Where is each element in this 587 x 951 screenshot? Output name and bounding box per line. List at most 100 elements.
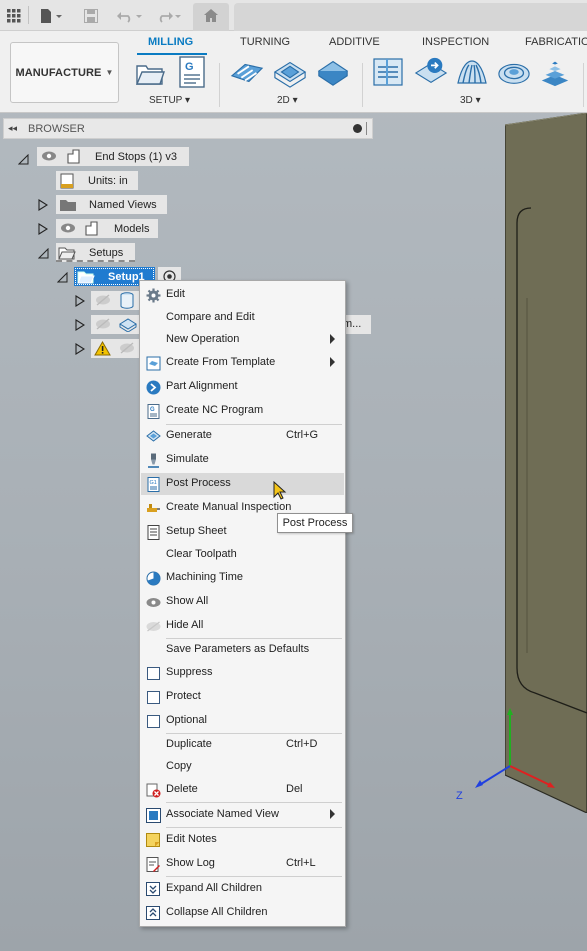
group-setup[interactable]: SETUP ▾	[149, 95, 190, 106]
collapse-browser-icon[interactable]: ◂◂	[8, 123, 22, 134]
open-folder-icon	[58, 245, 76, 263]
eye-hidden-icon[interactable]	[95, 318, 111, 333]
menu-item-associate-named-view[interactable]: Associate Named View	[141, 804, 344, 826]
workspace-switcher[interactable]: MANUFACTURE ▼	[10, 42, 119, 103]
menu-item-post-process[interactable]: G1 Post Process	[141, 473, 344, 495]
2d-face-icon[interactable]	[316, 55, 350, 89]
template-icon	[145, 355, 161, 371]
tab-turning[interactable]: TURNING	[240, 36, 290, 48]
expand-triangle-icon[interactable]	[37, 223, 49, 235]
tree-setups[interactable]: Setups	[56, 243, 135, 262]
named-views-label: Named Views	[89, 199, 157, 211]
tree-operation-2[interactable]	[91, 315, 141, 334]
tab-fabrication[interactable]: FABRICATION	[525, 36, 587, 48]
tab-inspection[interactable]: INSPECTION	[422, 36, 489, 48]
grid-icon[interactable]	[5, 6, 23, 25]
minimize-icon[interactable]	[353, 124, 362, 133]
tree-operation-1[interactable]	[91, 291, 141, 310]
mouse-cursor-icon	[273, 481, 287, 500]
file-icon[interactable]	[37, 6, 65, 25]
checkbox-icon[interactable]	[145, 713, 161, 729]
menu-item-machining-time[interactable]: Machining Time	[141, 567, 344, 589]
expand-icon	[145, 881, 161, 897]
eye-hidden-icon[interactable]	[95, 294, 111, 309]
3d-pocket-icon[interactable]	[414, 55, 448, 89]
setup-sheet-icon	[145, 524, 161, 540]
menu-item-create-from-template[interactable]: Create From Template	[141, 352, 344, 374]
tree-operation-3[interactable]	[91, 339, 141, 358]
group-3d[interactable]: 3D ▾	[460, 95, 481, 106]
tab-milling[interactable]: MILLING	[148, 36, 193, 48]
menu-item-show-all[interactable]: Show All	[141, 591, 344, 613]
units-label: Units: in	[88, 175, 128, 187]
collapse-triangle-icon[interactable]	[17, 153, 29, 165]
menu-item-expand-all-children[interactable]: Expand All Children	[141, 878, 344, 900]
menu-item-protect[interactable]: Protect	[141, 686, 344, 708]
undo-icon[interactable]	[114, 6, 146, 25]
component-icon	[65, 148, 82, 168]
nc-program-ribbon-icon[interactable]: G	[175, 55, 209, 89]
svg-text:G: G	[150, 407, 155, 413]
collapse-triangle-icon[interactable]	[56, 271, 68, 283]
menu-item-copy[interactable]: Copy	[141, 756, 344, 778]
checkbox-icon[interactable]	[145, 689, 161, 705]
tree-units[interactable]: Units: in	[56, 171, 138, 190]
menu-item-edit[interactable]: Edit	[141, 284, 344, 306]
menu-item-generate[interactable]: Generate Ctrl+G	[141, 425, 344, 447]
eye-hidden-icon[interactable]	[119, 342, 135, 357]
2d-adaptive-icon[interactable]	[230, 55, 264, 89]
3d-contour-icon[interactable]	[538, 55, 572, 89]
2d-pocket-icon[interactable]	[273, 55, 307, 89]
collapse-triangle-icon[interactable]	[37, 247, 49, 259]
browser-header[interactable]: ◂◂ BROWSER	[3, 118, 373, 139]
menu-item-duplicate[interactable]: Duplicate Ctrl+D	[141, 734, 344, 756]
group-2d[interactable]: 2D ▾	[277, 95, 298, 106]
group-divider	[219, 63, 220, 107]
redo-icon[interactable]	[153, 6, 185, 25]
3d-adaptive-icon[interactable]	[371, 55, 405, 89]
expand-triangle-icon[interactable]	[37, 199, 49, 211]
3d-scallop-icon[interactable]	[497, 55, 531, 89]
menu-item-edit-notes[interactable]: Edit Notes	[141, 829, 344, 851]
pie-chart-icon	[145, 570, 161, 586]
menu-item-clear-toolpath[interactable]: Clear Toolpath	[141, 544, 344, 566]
expand-triangle-icon[interactable]	[74, 319, 86, 331]
menu-item-delete[interactable]: Delete Del	[141, 779, 344, 801]
eye-icon[interactable]	[41, 150, 57, 165]
expand-triangle-icon[interactable]	[74, 343, 86, 355]
resize-handle[interactable]	[366, 122, 367, 135]
eye-icon[interactable]	[60, 222, 76, 237]
svg-text:G1: G1	[149, 480, 156, 486]
tree-named-views[interactable]: Named Views	[56, 195, 167, 214]
expand-triangle-icon[interactable]	[74, 295, 86, 307]
menu-item-hide-all[interactable]: Hide All	[141, 615, 344, 637]
home-tab[interactable]	[193, 3, 229, 31]
menu-item-optional[interactable]: Optional	[141, 710, 344, 732]
save-icon[interactable]	[82, 6, 100, 25]
toolbar-separator	[28, 6, 29, 24]
menu-item-show-log[interactable]: Show Log Ctrl+L	[141, 853, 344, 875]
named-view-icon	[145, 807, 161, 823]
menu-item-simulate[interactable]: Simulate	[141, 449, 344, 471]
part-alignment-icon	[145, 379, 161, 395]
menu-item-create-nc-program[interactable]: G Create NC Program	[141, 400, 344, 422]
menu-item-compare-and-edit[interactable]: Compare and Edit	[141, 307, 344, 329]
tree-root-end-stops[interactable]: End Stops (1) v3	[37, 147, 189, 166]
menu-item-new-operation[interactable]: New Operation	[141, 329, 344, 351]
delete-icon	[145, 782, 161, 798]
3d-parallel-icon[interactable]	[455, 55, 489, 89]
group-divider	[362, 63, 363, 107]
models-label: Models	[114, 223, 150, 235]
new-setup-icon[interactable]	[133, 55, 167, 89]
eye-icon	[145, 594, 161, 610]
warning-icon	[94, 340, 111, 359]
checkbox-icon[interactable]	[145, 665, 161, 681]
tree-models[interactable]: Models	[56, 219, 158, 238]
menu-item-save-parameters-as-defaults[interactable]: Save Parameters as Defaults	[141, 639, 344, 661]
menu-item-part-alignment[interactable]: Part Alignment	[141, 376, 344, 398]
menu-item-suppress[interactable]: Suppress	[141, 662, 344, 684]
setup-folder-icon	[77, 269, 95, 287]
tab-additive[interactable]: ADDITIVE	[329, 36, 380, 48]
menu-separator	[166, 802, 342, 803]
menu-item-collapse-all-children[interactable]: Collapse All Children	[141, 902, 344, 924]
